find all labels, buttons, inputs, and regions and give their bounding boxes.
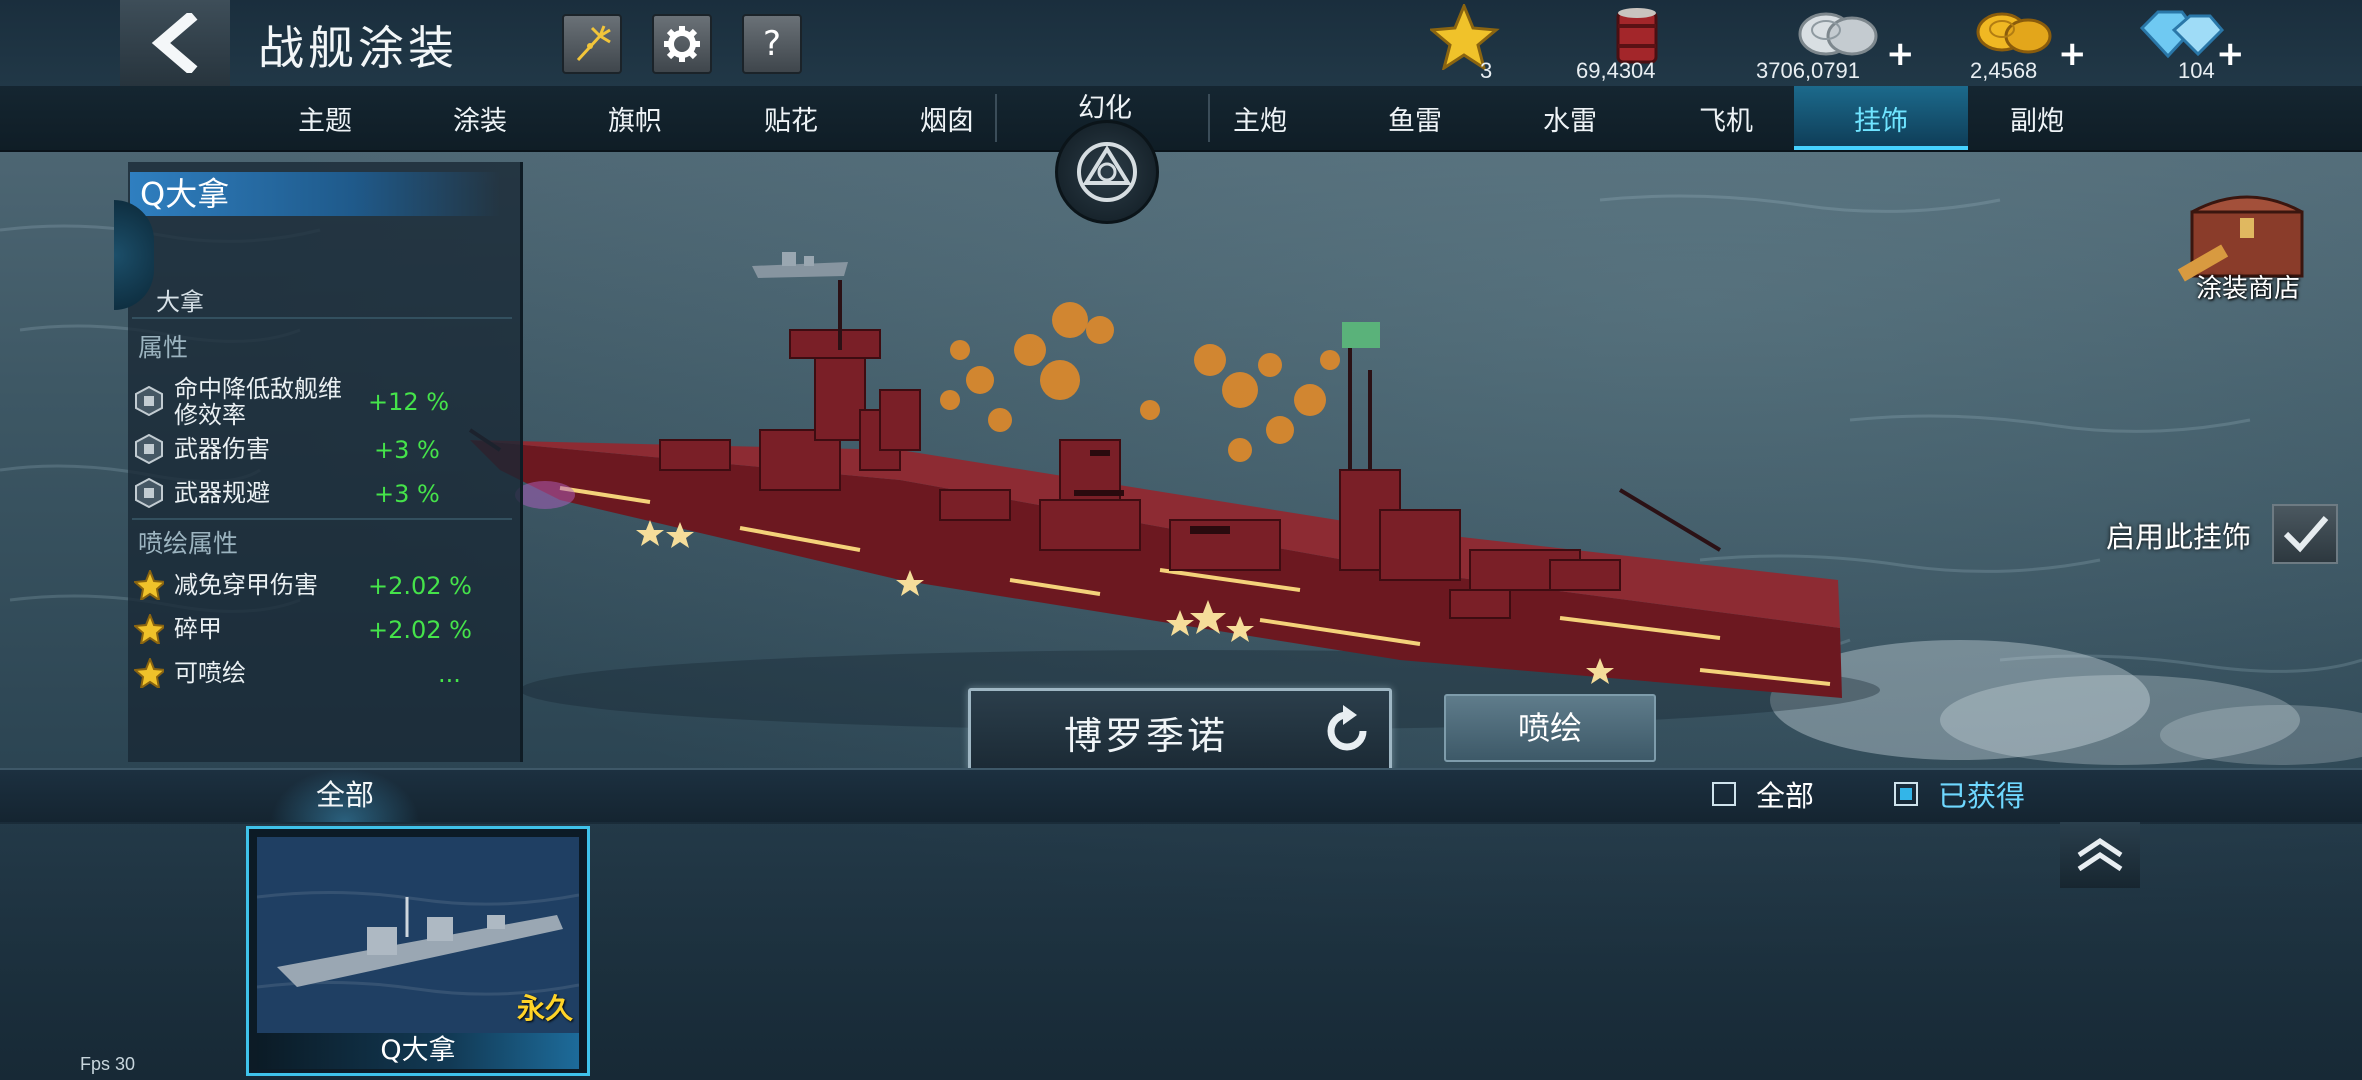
fireworks-button[interactable] [562,14,622,74]
silver-coins-icon [1798,12,1878,56]
ornament-info-panel: Q大拿 大拿 属性 命中降低敌舰维 修效率 +12 % 武器伤害 +3 % 武器… [128,162,523,762]
tab-main-gun[interactable]: 主炮 [1185,86,1335,150]
skin-shop-button[interactable]: 涂装商店 [2168,182,2328,304]
spray-attribute-row: 减免穿甲伤害 +2.02 % [134,564,514,608]
tab-mine[interactable]: 水雷 [1495,86,1645,150]
treasure-chest-icon [2178,195,2304,282]
resource-gold[interactable]: 2,4568 + [1966,4,2087,84]
attribute-name-cont: 修效率 [174,401,246,429]
checkmark-icon [2283,516,2329,553]
permanent-tag: 永久 [516,992,573,1025]
spray-attribute-row: 碎甲 +2.02 % [134,608,514,652]
double-chevron-up-icon [2077,837,2123,872]
ship-name: Q大拿 [130,172,500,216]
tab-funnel[interactable]: 烟囱 [872,86,1022,150]
divider [132,518,512,520]
attribute-value: ... [438,660,461,688]
attribute-row: 命中降低敌舰维 修效率 +12 % [134,374,514,430]
category-tabs: 主题 涂装 旗帜 贴花 烟囱 主炮 鱼雷 水雷 飞机 挂饰 副炮 [0,86,2362,152]
attribute-value: +3 % [374,436,440,464]
attribute-name: 减免穿甲伤害 [174,571,318,599]
tab-flag[interactable]: 旗帜 [560,86,710,150]
ornament-card[interactable]: 永久 Q大拿 [246,826,590,1076]
help-icon: ? [762,24,782,64]
skin-shop-label: 涂装商店 [2196,274,2301,304]
attribute-name: 武器规避 [174,479,270,507]
tab-aircraft[interactable]: 飞机 [1651,86,1801,150]
silver-count: 3706,0791 [1756,58,1860,83]
settings-button[interactable] [652,14,712,74]
tab-decal[interactable]: 贴花 [716,86,866,150]
hex-shield-icon [135,434,163,464]
fuel-count: 69,4304 [1576,58,1656,83]
attribute-name: 命中降低敌舰维 [174,375,342,403]
attribute-name: 武器伤害 [174,435,270,463]
resource-silver[interactable]: 3706,0791 + [1756,4,1915,84]
spray-attribute-row: 可喷绘 ... [134,652,514,696]
tab-paint[interactable]: 涂装 [405,86,555,150]
add-gold-icon[interactable]: + [2058,34,2087,74]
oil-barrel-icon [1616,8,1658,64]
attributes-heading: 属性 [138,333,189,362]
attribute-value: +12 % [368,388,450,416]
top-bar: 战舰涂装 ? 3 69,4304 3706,0791 + 2,4568 + 10… [0,0,2362,88]
gold-count: 2,4568 [1970,58,2038,83]
enable-ornament-checkbox[interactable] [2272,504,2338,564]
help-button[interactable]: ? [742,14,802,74]
resource-star[interactable]: 3 [1428,2,1500,84]
ship-subname: 大拿 [156,288,204,316]
attribute-row: 武器伤害 +3 % [134,428,514,472]
spray-paint-button[interactable]: 喷绘 [1444,694,1656,762]
refresh-icon[interactable] [1321,705,1373,757]
filter-owned-checkbox[interactable] [1894,782,1918,806]
tab-theme[interactable]: 主题 [250,86,400,150]
tab-ornament[interactable]: 挂饰 [1794,86,1968,150]
skin-name-button[interactable]: 博罗季诺 [968,688,1392,772]
filter-owned-label: 已获得 [1938,779,2026,813]
tab-divider [995,94,997,142]
tab-secondary-gun[interactable]: 副炮 [1962,86,2112,150]
hex-shield-icon [135,386,163,416]
resource-diamonds[interactable]: 104 + [2134,4,2245,84]
attribute-value: +2.02 % [368,572,472,600]
gold-coins-icon [1976,12,2052,54]
gear-icon [664,26,700,62]
add-silver-icon[interactable]: + [1886,34,1915,74]
diamond-icon [2139,10,2225,59]
back-button[interactable] [120,0,230,86]
attribute-name: 可喷绘 [174,659,246,687]
card-name: Q大拿 [257,1033,579,1069]
chevron-left-icon [151,13,198,73]
filter-all-label: 全部 [1756,779,1815,813]
enable-ornament-label: 启用此挂饰 [2106,520,2252,554]
star-badge-icon [134,658,164,688]
resource-fuel[interactable]: 69,4304 [1576,4,1696,84]
skin-name-label: 博罗季诺 [1063,714,1228,758]
star-count: 3 [1480,58,1493,83]
tab-torpedo[interactable]: 鱼雷 [1340,86,1490,150]
hex-shield-icon [135,478,163,508]
fps-counter: Fps 30 [80,1054,136,1074]
star-badge-icon [134,614,164,644]
collapse-list-button[interactable] [2060,822,2140,888]
category-all-tab[interactable]: 全部 [270,768,420,822]
page-title: 战舰涂装 [258,21,458,75]
diamond-count: 104 [2178,58,2215,83]
filter-all-option[interactable]: 全部 [1712,778,1822,814]
spray-attributes-heading: 喷绘属性 [138,529,239,558]
star-badge-icon [134,570,164,600]
filter-all-checkbox[interactable] [1712,782,1736,806]
attribute-name: 碎甲 [174,615,222,643]
enable-ornament-toggle[interactable]: 启用此挂饰 [2090,500,2362,564]
filter-owned-option[interactable]: 已获得 [1894,778,2044,814]
divider [132,317,512,319]
attribute-value: +3 % [374,480,440,508]
maple-leaves-effect [940,302,1340,462]
add-diamonds-icon[interactable]: + [2216,34,2245,74]
attribute-value: +2.02 % [368,616,472,644]
fireworks-icon [576,25,611,62]
attribute-row: 武器规避 +3 % [134,472,514,516]
